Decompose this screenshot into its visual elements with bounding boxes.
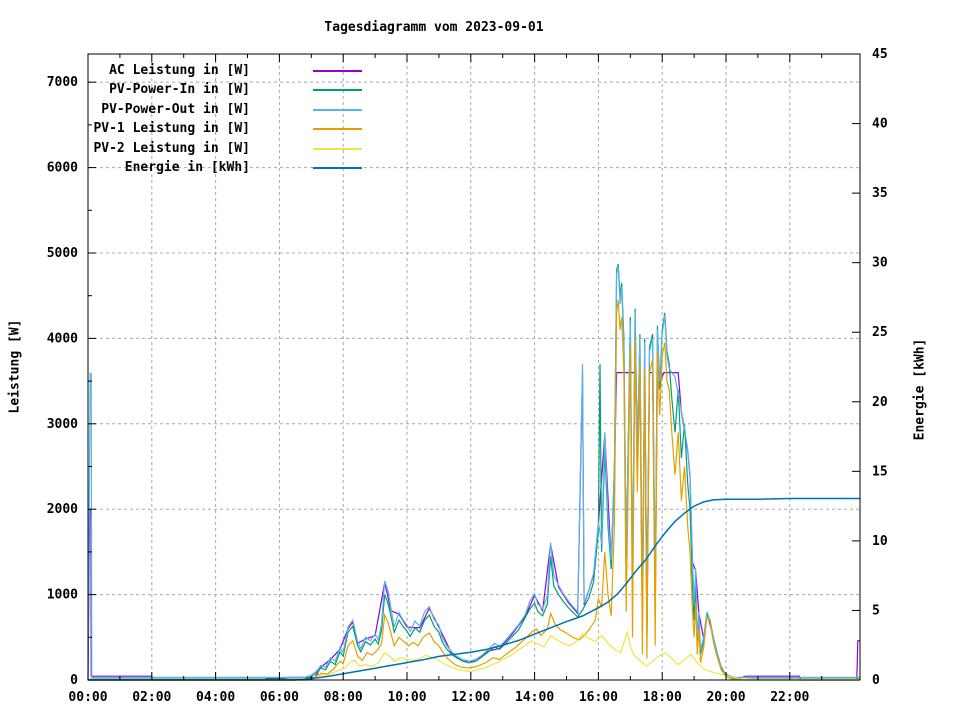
legend-item: Energie in [kWh]	[0, 159, 380, 178]
svg-text:08:00: 08:00	[324, 690, 363, 705]
svg-text:35: 35	[872, 186, 888, 201]
legend-item: PV-Power-Out in [W]	[0, 101, 380, 120]
legend-label: PV-1 Leistung in [W]	[0, 121, 250, 136]
svg-text:25: 25	[872, 325, 888, 340]
svg-text:1000: 1000	[47, 588, 78, 603]
legend-line-swatch	[313, 70, 362, 72]
svg-text:16:00: 16:00	[579, 690, 618, 705]
tagesdiagramm-chart: Tagesdiagramm vom 2023-09-01 Leistung [W…	[0, 0, 960, 720]
legend: AC Leistung in [W] PV-Power-In in [W] PV…	[0, 62, 380, 178]
svg-text:3000: 3000	[47, 417, 78, 432]
legend-line-swatch	[313, 109, 362, 111]
svg-text:0: 0	[70, 673, 78, 688]
legend-label: PV-Power-Out in [W]	[0, 102, 250, 117]
svg-text:5000: 5000	[47, 246, 78, 261]
legend-item: PV-Power-In in [W]	[0, 81, 380, 100]
legend-line-swatch	[313, 128, 362, 130]
legend-label: PV-2 Leistung in [W]	[0, 141, 250, 156]
svg-text:20: 20	[872, 395, 888, 410]
svg-text:40: 40	[872, 117, 888, 132]
svg-text:5: 5	[872, 603, 880, 618]
svg-text:18:00: 18:00	[643, 690, 682, 705]
svg-text:20:00: 20:00	[706, 690, 745, 705]
legend-label: AC Leistung in [W]	[0, 63, 250, 78]
legend-label: PV-Power-In in [W]	[0, 82, 250, 97]
svg-text:2000: 2000	[47, 502, 78, 517]
svg-text:14:00: 14:00	[515, 690, 554, 705]
legend-line-swatch	[313, 89, 362, 91]
svg-text:10: 10	[872, 534, 888, 549]
svg-text:02:00: 02:00	[132, 690, 171, 705]
svg-text:4000: 4000	[47, 331, 78, 346]
legend-line-swatch	[313, 148, 362, 150]
svg-text:15: 15	[872, 464, 888, 479]
legend-item: PV-1 Leistung in [W]	[0, 120, 380, 139]
svg-text:06:00: 06:00	[260, 690, 299, 705]
svg-text:12:00: 12:00	[451, 690, 490, 705]
legend-item: PV-2 Leistung in [W]	[0, 140, 380, 159]
svg-text:04:00: 04:00	[196, 690, 235, 705]
svg-text:30: 30	[872, 256, 888, 271]
legend-item: AC Leistung in [W]	[0, 62, 380, 81]
legend-label: Energie in [kWh]	[0, 160, 250, 175]
svg-text:22:00: 22:00	[770, 690, 809, 705]
svg-text:45: 45	[872, 47, 888, 62]
svg-text:0: 0	[872, 673, 880, 688]
legend-line-swatch	[313, 167, 362, 169]
svg-text:00:00: 00:00	[68, 690, 107, 705]
svg-text:10:00: 10:00	[387, 690, 426, 705]
